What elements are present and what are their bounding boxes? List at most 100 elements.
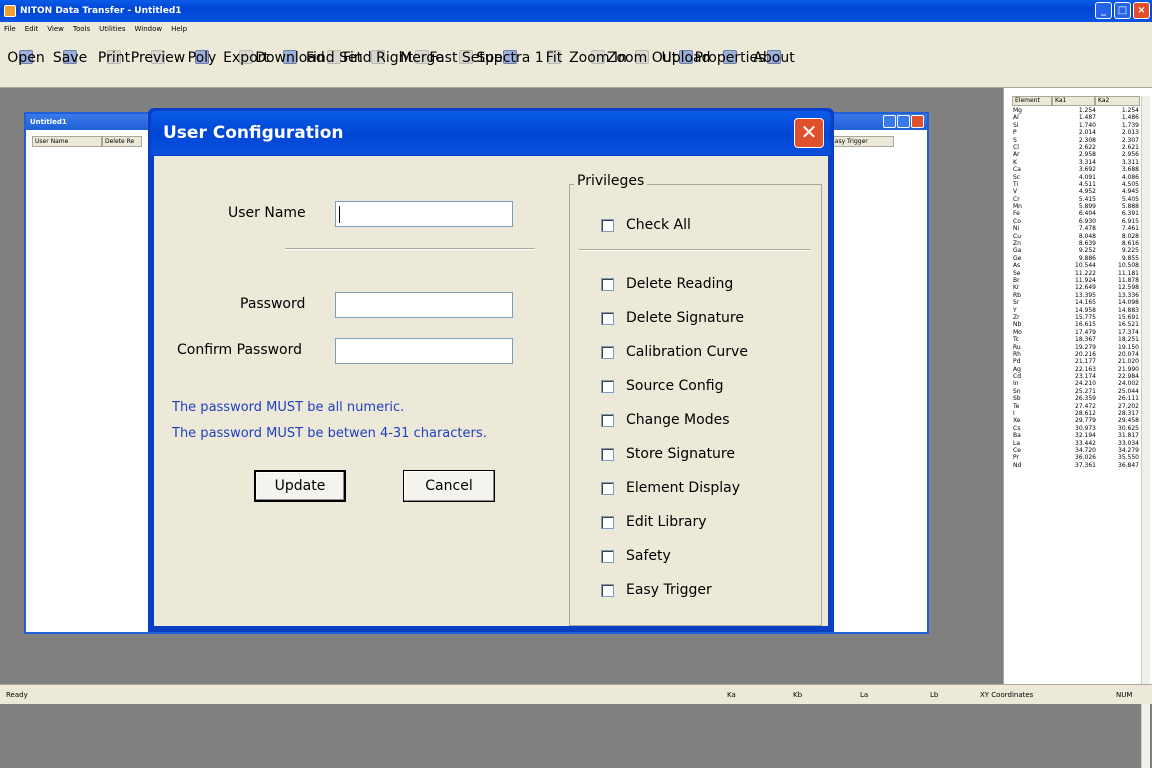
table-row[interactable]: Ga 9.252 9.225 <box>1013 247 1139 254</box>
column-header-element[interactable]: Element <box>1012 96 1052 106</box>
dialog-close-button[interactable]: ✕ <box>794 118 824 148</box>
table-row[interactable]: Cl 2.622 2.621 <box>1013 144 1139 151</box>
table-row[interactable]: Pd 21.177 21.020 <box>1013 358 1139 365</box>
cancel-button[interactable]: Cancel <box>403 470 495 502</box>
table-row[interactable]: Ce 34.720 34.279 <box>1013 447 1139 454</box>
toolbar-zoom-out-button[interactable]: Zoom Out <box>607 36 677 67</box>
table-row[interactable]: I 28.612 28.317 <box>1013 410 1139 417</box>
column-header-user-name[interactable]: User Name <box>32 136 102 147</box>
mdi-close-button[interactable] <box>911 115 924 128</box>
menu-edit[interactable]: Edit <box>25 25 39 33</box>
table-row[interactable]: Cu 8.048 8.028 <box>1013 233 1139 240</box>
menu-utilities[interactable]: Utilities <box>99 25 125 33</box>
menu-file[interactable]: File <box>4 25 16 33</box>
table-row[interactable]: Sr 14.165 14.098 <box>1013 299 1139 306</box>
toolbar-preview-button[interactable]: Preview <box>131 36 185 67</box>
check-all-checkbox[interactable]: Check All <box>601 217 691 233</box>
table-row[interactable]: Nb 16.615 16.521 <box>1013 321 1139 328</box>
store-signature-checkbox[interactable]: Store Signature <box>601 446 735 462</box>
toolbar-spectra-1-button[interactable]: Spectra 1 <box>476 36 544 67</box>
table-row[interactable]: Ar 2.958 2.956 <box>1013 151 1139 158</box>
table-row[interactable]: Fe 6.404 6.391 <box>1013 210 1139 217</box>
edit-library-checkbox[interactable]: Edit Library <box>601 514 707 530</box>
user-name-field[interactable] <box>335 201 513 227</box>
table-row[interactable]: Cs 30.973 30.625 <box>1013 425 1139 432</box>
table-row[interactable]: Y 14.958 14.883 <box>1013 307 1139 314</box>
safety-checkbox[interactable]: Safety <box>601 548 671 564</box>
password-field[interactable] <box>335 292 513 318</box>
table-row[interactable]: Zr 15.775 15.691 <box>1013 314 1139 321</box>
table-row[interactable]: Ag 22.163 21.990 <box>1013 366 1139 373</box>
menu-view[interactable]: View <box>47 25 64 33</box>
minimize-button[interactable]: _ <box>1095 2 1112 19</box>
toolbar-about-button[interactable]: About <box>752 36 796 67</box>
mdi-minimize-button[interactable] <box>883 115 896 128</box>
column-header-delete-reading[interactable]: Delete Re <box>102 136 142 147</box>
checkbox-box <box>601 481 614 495</box>
table-row[interactable]: Mg 1.254 1.254 <box>1013 107 1139 114</box>
user-configuration-dialog: User Configuration ✕ User Name Password … <box>148 108 834 632</box>
change-modes-checkbox[interactable]: Change Modes <box>601 412 730 428</box>
menu-tools[interactable]: Tools <box>73 25 90 33</box>
table-row[interactable]: Xe 29.779 29.458 <box>1013 417 1139 424</box>
toolbar-properties-button[interactable]: Properties <box>695 36 765 67</box>
column-header-easy-trigger[interactable]: Easy Trigger <box>828 136 894 147</box>
table-row[interactable]: V 4.952 4.945 <box>1013 188 1139 195</box>
table-row[interactable]: S 2.308 2.307 <box>1013 137 1139 144</box>
element-panel-scrollbar[interactable] <box>1141 96 1150 768</box>
table-row[interactable]: Ni 7.478 7.461 <box>1013 225 1139 232</box>
table-row[interactable]: Cr 5.415 5.405 <box>1013 196 1139 203</box>
element-cell: Nd <box>1013 461 1022 469</box>
safety-label: Safety <box>626 548 671 564</box>
table-row[interactable]: Sc 4.091 4.086 <box>1013 174 1139 181</box>
toolbar-save-button[interactable]: Save <box>48 36 92 67</box>
menu-window[interactable]: Window <box>135 25 163 33</box>
toolbar-open-button[interactable]: Open <box>4 36 48 67</box>
table-row[interactable]: Tc 18.367 18.251 <box>1013 336 1139 343</box>
table-row[interactable]: As 10.544 10.508 <box>1013 262 1139 269</box>
table-row[interactable]: Mo 17.479 17.374 <box>1013 329 1139 336</box>
table-row[interactable]: Sb 26.359 26.111 <box>1013 395 1139 402</box>
table-row[interactable]: Br 11.924 11.878 <box>1013 277 1139 284</box>
table-row[interactable]: Co 6.930 6.915 <box>1013 218 1139 225</box>
table-row[interactable]: Pr 36.026 35.550 <box>1013 454 1139 461</box>
table-row[interactable]: Kr 12.649 12.598 <box>1013 284 1139 291</box>
toolbar-find-right-button[interactable]: Find Right <box>343 36 413 67</box>
toolbar-poly-button[interactable]: Poly <box>180 36 224 67</box>
table-row[interactable]: Mn 5.899 5.888 <box>1013 203 1139 210</box>
column-header-ka2[interactable]: Ka2 <box>1095 96 1140 106</box>
column-header-ka1[interactable]: Ka1 <box>1052 96 1095 106</box>
close-button[interactable]: × <box>1133 2 1150 19</box>
table-row[interactable]: Ca 3.692 3.688 <box>1013 166 1139 173</box>
toolbar-print-button[interactable]: Print <box>92 36 136 67</box>
table-row[interactable]: La 33.442 33.034 <box>1013 440 1139 447</box>
table-row[interactable]: Ba 32.194 31.817 <box>1013 432 1139 439</box>
table-row[interactable]: Rb 13.395 13.336 <box>1013 292 1139 299</box>
table-row[interactable]: In 24.210 24.002 <box>1013 380 1139 387</box>
maximize-button[interactable]: □ <box>1114 2 1131 19</box>
table-row[interactable]: Ge 9.886 9.855 <box>1013 255 1139 262</box>
table-row[interactable]: P 2.014 2.013 <box>1013 129 1139 136</box>
table-row[interactable]: Se 11.222 11.181 <box>1013 270 1139 277</box>
delete-signature-checkbox[interactable]: Delete Signature <box>601 310 744 326</box>
table-row[interactable]: Sn 25.271 25.044 <box>1013 388 1139 395</box>
table-row[interactable]: Nd 37.361 36.847 <box>1013 462 1139 469</box>
table-row[interactable]: K 3.314 3.311 <box>1013 159 1139 166</box>
easy-trigger-checkbox[interactable]: Easy Trigger <box>601 582 712 598</box>
element-display-checkbox[interactable]: Element Display <box>601 480 740 496</box>
source-config-checkbox[interactable]: Source Config <box>601 378 723 394</box>
menu-help[interactable]: Help <box>171 25 187 33</box>
confirm-password-field[interactable] <box>335 338 513 364</box>
table-row[interactable]: Cd 23.174 22.984 <box>1013 373 1139 380</box>
table-row[interactable]: Ti 4.511 4.505 <box>1013 181 1139 188</box>
table-row[interactable]: Ru 19.279 19.150 <box>1013 344 1139 351</box>
table-row[interactable]: Si 1.740 1.739 <box>1013 122 1139 129</box>
update-button[interactable]: Update <box>254 470 346 502</box>
table-row[interactable]: Te 27.472 27.202 <box>1013 403 1139 410</box>
delete-reading-checkbox[interactable]: Delete Reading <box>601 276 733 292</box>
table-row[interactable]: Zn 8.639 8.616 <box>1013 240 1139 247</box>
table-row[interactable]: Rh 20.216 20.074 <box>1013 351 1139 358</box>
mdi-maximize-button[interactable] <box>897 115 910 128</box>
table-row[interactable]: Al 1.487 1.486 <box>1013 114 1139 121</box>
calibration-curve-checkbox[interactable]: Calibration Curve <box>601 344 748 360</box>
